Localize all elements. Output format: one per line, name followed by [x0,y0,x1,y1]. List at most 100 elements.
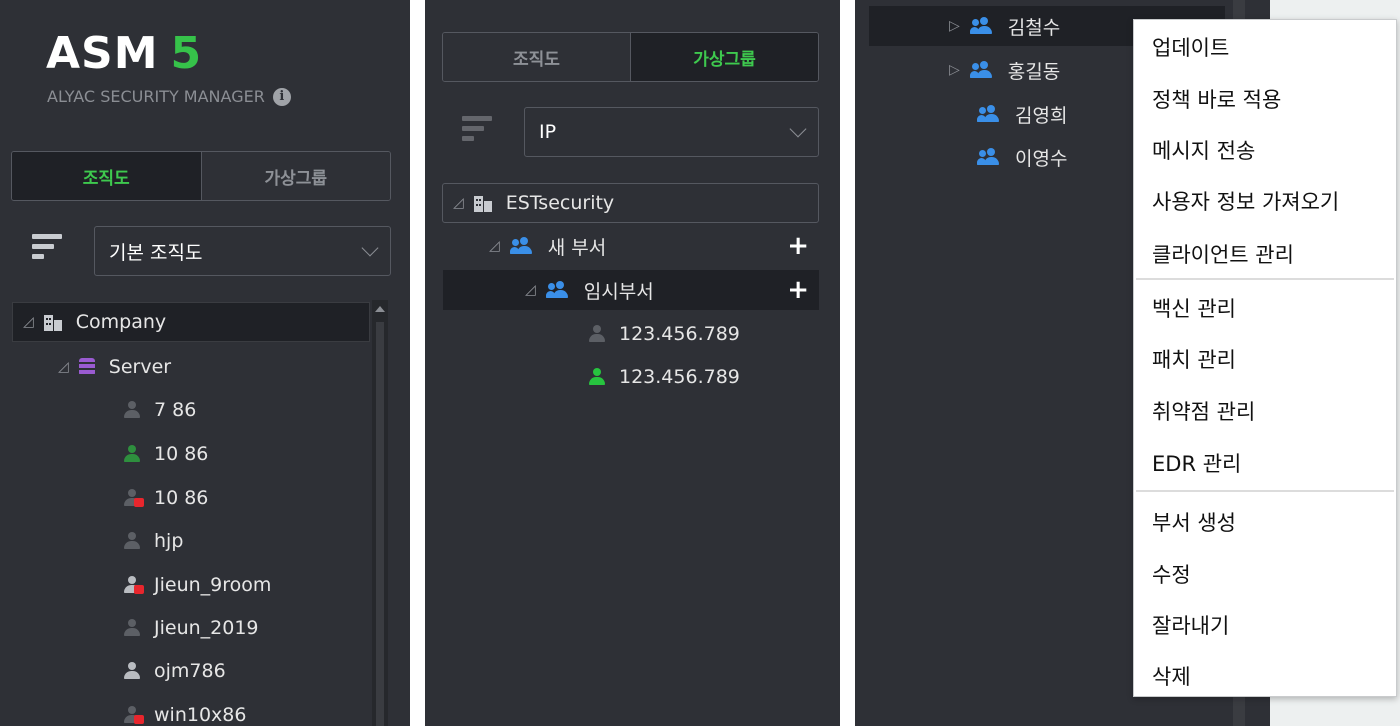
item-label: win10x86 [154,704,247,726]
menu-item-vaccine-management[interactable]: 백신 관리 [1152,293,1236,323]
expand-icon[interactable]: ▷ [949,62,960,78]
tree-node-subdept[interactable]: ◿ 임시부서 + [443,270,819,310]
tree-item-client[interactable]: win10x86 [124,695,246,726]
group-icon [969,61,994,79]
user-offline-icon [124,532,140,550]
node-label: 새 부서 [547,236,607,259]
tree-item-client[interactable]: Jieun_9room [124,565,271,605]
sort-icon[interactable] [32,234,64,266]
tree-item-client[interactable]: 123.456.789 [589,357,740,397]
tree-item-client[interactable]: Jieun_2019 [124,608,259,648]
tree-item-client[interactable]: 123.456.789 [589,314,740,354]
tree-node-company[interactable]: ◿ Company [12,302,370,342]
scrollbar-thumb[interactable] [376,322,384,726]
tab-org-chart[interactable]: 조직도 [443,33,630,81]
view-tabs: 조직도 가상그룹 [442,32,819,82]
item-label: 123.456.789 [619,323,740,345]
tree-node-server[interactable]: ◿ Server [58,347,171,387]
item-label: 김영희 [1015,104,1068,127]
tree-node-root[interactable]: ◿ ESTsecurity [442,183,819,223]
sort-icon[interactable] [462,116,494,148]
user-alert-icon [124,706,144,724]
item-label: 김철수 [1007,16,1061,39]
expand-icon[interactable]: ▷ [949,18,960,34]
collapse-icon[interactable]: ◿ [23,314,34,330]
collapse-icon[interactable]: ◿ [525,282,536,298]
app-logo: ASM 5 [46,28,202,79]
tree-item-user[interactable]: ▷ 홍길동 [949,50,1060,90]
menu-divider [1136,490,1394,492]
tab-virtual-group[interactable]: 가상그룹 [200,152,390,200]
item-label: hjp [154,530,184,552]
select-value: 기본 조직도 [109,241,203,264]
item-label: 123.456.789 [619,366,740,388]
tree-item-client[interactable]: 10 86 [124,434,208,474]
menu-item-patch-management[interactable]: 패치 관리 [1152,344,1236,374]
tree-item-client[interactable]: 10 86 [124,478,208,518]
org-chart-select[interactable]: 기본 조직도 [94,226,391,276]
user-online-icon [589,368,605,386]
logo-text: ASM [46,28,159,79]
tree-node-dept[interactable]: ◿ 새 부서 + [443,226,819,266]
node-label: 임시부서 [583,280,654,303]
user-online-icon [124,445,140,463]
group-icon [977,105,1001,123]
group-icon [969,17,994,35]
menu-item-import-user-info[interactable]: 사용자 정보 가져오기 [1152,186,1339,216]
collapse-icon[interactable]: ◿ [489,238,500,254]
user-offline-icon [124,401,140,419]
select-value: IP [539,121,557,143]
item-label: Jieun_2019 [154,617,259,639]
scroll-up-icon[interactable] [375,306,385,312]
menu-item-cut[interactable]: 잘라내기 [1152,610,1229,640]
user-offline-icon [589,325,605,343]
building-icon [43,313,62,331]
tree-item-client[interactable]: hjp [124,521,183,561]
menu-item-edr-management[interactable]: EDR 관리 [1152,448,1241,478]
app-subtitle: ALYAC SECURITY MANAGER i [47,87,291,106]
menu-item-send-message[interactable]: 메시지 전송 [1152,135,1255,165]
tree-item-user[interactable]: 이영수 [977,137,1067,177]
add-icon[interactable]: + [787,275,809,305]
add-icon[interactable]: + [787,231,809,261]
collapse-icon[interactable]: ◿ [453,195,464,211]
menu-item-delete[interactable]: 삭제 [1152,661,1191,691]
logo-version: 5 [170,28,203,79]
item-label: 7 86 [154,399,197,421]
item-label: 10 86 [154,443,209,465]
group-icon [977,148,1001,166]
organization-panel: ASM 5 ALYAC SECURITY MANAGER i 조직도 가상그룹 기… [0,0,410,726]
tab-org-chart[interactable]: 조직도 [12,152,201,200]
info-icon[interactable]: i [272,87,291,106]
user-alert-icon [124,576,144,594]
context-menu: 업데이트 정책 바로 적용 메시지 전송 사용자 정보 가져오기 클라이언트 관… [1133,19,1397,697]
view-tabs: 조직도 가상그룹 [11,151,391,201]
menu-item-vulnerability-management[interactable]: 취약점 관리 [1152,396,1255,426]
item-label: Jieun_9room [154,574,272,596]
group-by-select[interactable]: IP [524,107,819,157]
database-icon [78,358,95,376]
menu-item-create-department[interactable]: 부서 생성 [1152,507,1236,537]
tree-item-client[interactable]: ojm786 [124,651,226,691]
tab-virtual-group[interactable]: 가상그룹 [630,33,818,81]
tree-item-user[interactable]: 김영희 [977,94,1067,134]
menu-item-apply-policy[interactable]: 정책 바로 적용 [1152,84,1281,114]
subtitle-text: ALYAC SECURITY MANAGER [47,87,265,106]
building-icon [473,194,492,212]
menu-item-client-management[interactable]: 클라이언트 관리 [1152,239,1294,269]
group-icon [545,281,570,299]
virtual-group-panel: 조직도 가상그룹 IP ◿ ESTsecurity ◿ 새 부서 + ◿ 임시부… [425,0,840,726]
chevron-down-icon [361,239,379,257]
menu-item-update[interactable]: 업데이트 [1152,32,1229,62]
item-label: 10 86 [154,487,209,509]
user-offline-icon [124,619,140,637]
tree-item-client[interactable]: 7 86 [124,390,196,430]
item-label: 이영수 [1015,147,1068,170]
menu-divider [1136,278,1394,280]
menu-item-edit[interactable]: 수정 [1152,559,1191,589]
node-label: ESTsecurity [505,192,615,214]
item-label: 홍길동 [1007,60,1061,83]
collapse-icon[interactable]: ◿ [58,359,69,375]
group-icon [509,237,534,255]
node-label: Company [75,311,167,333]
